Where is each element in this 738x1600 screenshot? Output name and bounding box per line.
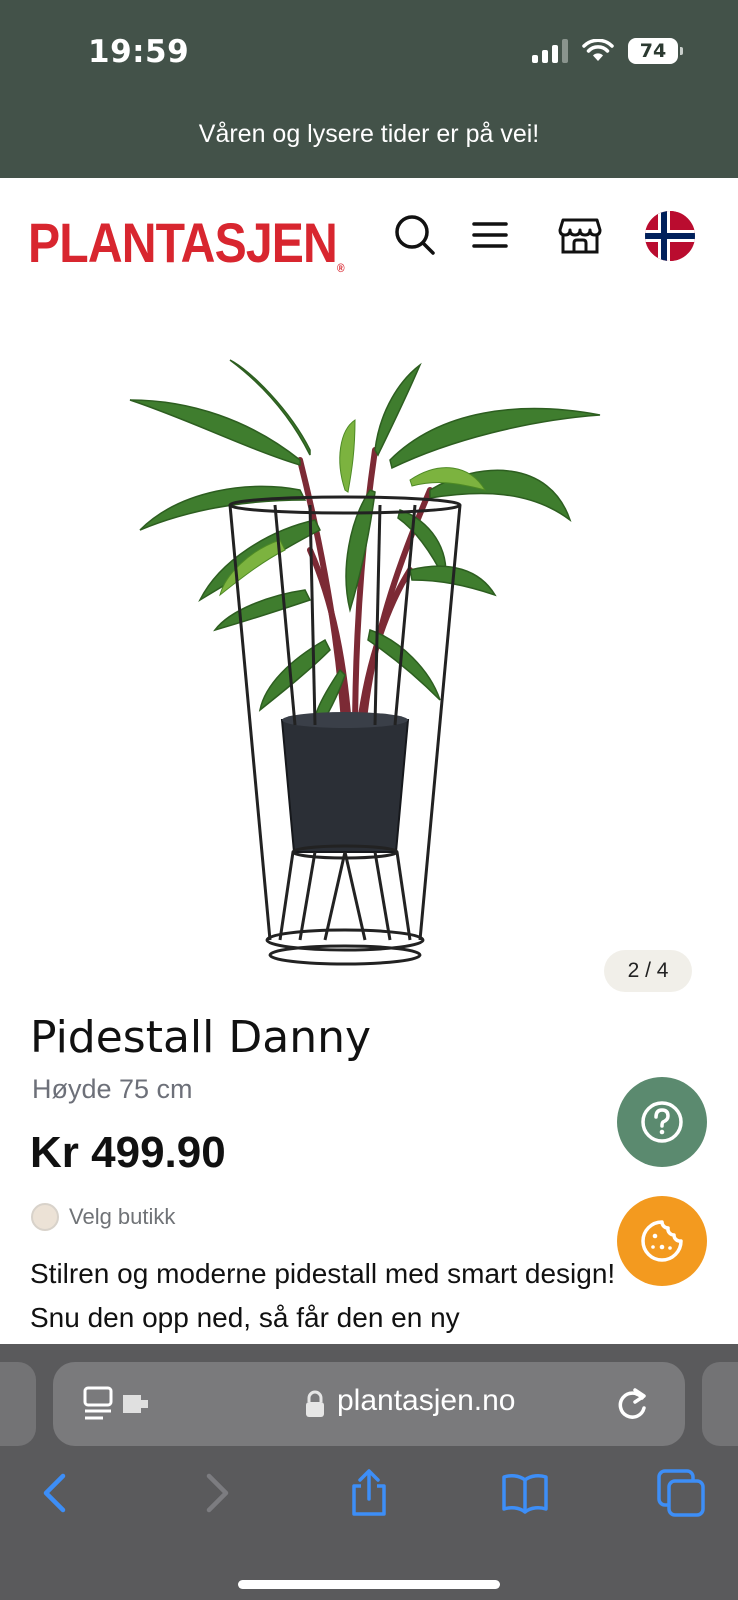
browser-bottom-bar: plantasjen.no: [0, 1344, 738, 1600]
lock-icon: [306, 1390, 324, 1417]
product-title: Pidestall Danny: [30, 1012, 372, 1063]
logo-text: PLANTASJEN: [28, 211, 338, 274]
tabs-icon[interactable]: [656, 1468, 706, 1518]
wifi-icon: [582, 39, 614, 61]
top-banner-area: 19:59 74 Våren og lysere tider er på vei…: [0, 0, 738, 178]
store-icon[interactable]: [555, 210, 605, 260]
previous-tab-peek[interactable]: [0, 1362, 36, 1446]
plantasjen-logo[interactable]: PLANTASJEN®: [28, 210, 345, 275]
bookmarks-icon[interactable]: [500, 1468, 550, 1518]
product-description: Stilren og moderne pidestall med smart d…: [30, 1258, 616, 1333]
promo-banner-text[interactable]: Våren og lysere tider er på vei!: [0, 120, 738, 149]
next-tab-peek[interactable]: [702, 1362, 738, 1446]
cookie-icon: [641, 1220, 683, 1262]
logo-registered-mark: ®: [336, 261, 345, 275]
share-icon[interactable]: [344, 1468, 394, 1518]
reader-mode-icon[interactable]: [83, 1386, 153, 1422]
search-icon[interactable]: [390, 210, 440, 260]
url-text: plantasjen.no: [337, 1384, 516, 1417]
menu-icon[interactable]: [465, 210, 515, 260]
image-pager: 2 / 4: [604, 950, 692, 992]
back-icon[interactable]: [32, 1468, 82, 1518]
product-image[interactable]: [100, 340, 640, 990]
address-bar[interactable]: plantasjen.no: [53, 1362, 685, 1446]
status-time: 19:59: [88, 34, 190, 70]
select-store-link[interactable]: Velg butikk: [69, 1204, 175, 1230]
home-indicator[interactable]: [238, 1580, 500, 1589]
forward-icon[interactable]: [190, 1468, 240, 1518]
store-status-dot[interactable]: [31, 1203, 59, 1231]
reload-icon[interactable]: [613, 1384, 651, 1424]
battery-icon: 74: [628, 38, 683, 64]
battery-level: 74: [639, 40, 667, 62]
help-button[interactable]: [617, 1077, 707, 1167]
cellular-signal-icon: [532, 39, 568, 63]
product-price: Kr 499.90: [30, 1128, 226, 1177]
site-header: PLANTASJEN®: [0, 178, 738, 300]
product-subtitle: Høyde 75 cm: [32, 1074, 193, 1104]
status-icons: 74: [532, 38, 683, 64]
cookie-settings-button[interactable]: [617, 1196, 707, 1286]
page: 19:59 74 Våren og lysere tider er på vei…: [0, 0, 738, 1600]
help-icon: [641, 1101, 683, 1143]
norway-flag-icon[interactable]: [645, 211, 695, 261]
